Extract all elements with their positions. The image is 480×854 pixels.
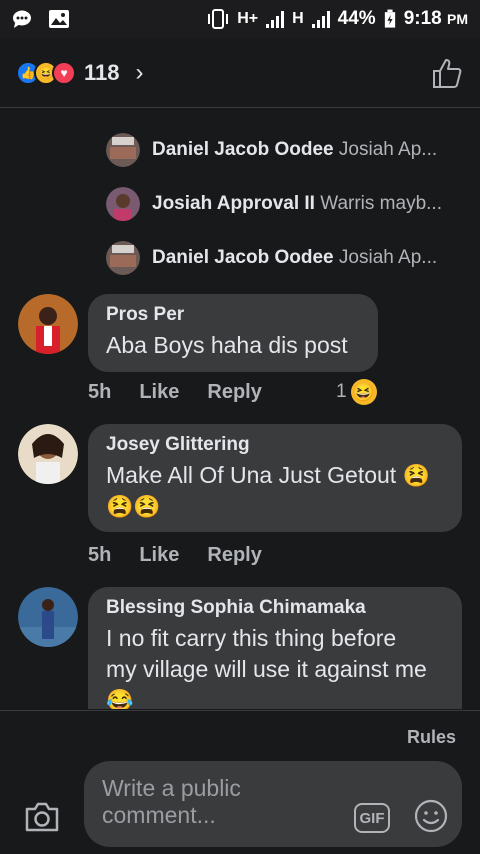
tired-face-emoji: 😫😫 (106, 494, 161, 519)
avatar (106, 133, 140, 167)
list-item[interactable]: Daniel Jacob Oodee Josiah Ap... (106, 241, 466, 275)
signal-icon (266, 10, 285, 28)
chevron-right-icon[interactable]: › (136, 59, 144, 87)
haha-reaction-icon: 😆 (350, 379, 377, 405)
image-icon (49, 10, 69, 28)
gif-icon[interactable]: GIF (354, 803, 390, 833)
clock: 9:18 PM (403, 8, 468, 29)
signal-icon (311, 10, 330, 28)
network-type-label: H+ (237, 10, 259, 27)
comment-author[interactable]: Blessing Sophia Chimamaka (106, 597, 444, 619)
comments-list[interactable]: Daniel Jacob Oodee Josiah Ap... Josiah A… (0, 109, 480, 709)
reply-button[interactable]: Reply (207, 544, 261, 567)
comment-timestamp: 5h (88, 381, 112, 403)
reaction-count: 1 (336, 381, 347, 402)
comment-actions: 5h Like Reply (88, 381, 290, 404)
comment-input-box[interactable]: GIF (84, 761, 462, 847)
list-item[interactable]: Daniel Jacob Oodee Josiah Ap... (106, 133, 466, 167)
vibrate-icon (208, 9, 229, 29)
avatar (106, 187, 140, 221)
rules-link[interactable]: Rules (407, 727, 456, 748)
status-bar: H+ H 44% 9:18 PM (0, 0, 480, 38)
avatar[interactable] (18, 294, 78, 354)
comment-timestamp: 5h (88, 544, 112, 566)
crying-laughing-emoji: 😂 (106, 688, 134, 709)
avatar (106, 241, 140, 275)
camera-icon[interactable] (24, 801, 60, 833)
comment-author[interactable]: Pros Per (106, 304, 360, 326)
battery-percent: 44% (337, 8, 376, 29)
like-button[interactable]: Like (139, 381, 179, 404)
comment-bubble[interactable]: Blessing Sophia Chimamaka I no fit carry… (88, 587, 462, 709)
battery-icon (384, 9, 395, 28)
tired-face-emoji: 😫 (402, 463, 430, 488)
comment-text: Aba Boys haha dis post (106, 332, 348, 358)
reply-preview: Josiah Ap... (338, 247, 438, 268)
comment-composer: Rules GIF (0, 710, 480, 854)
smiley-icon[interactable] (414, 799, 448, 833)
reaction-count[interactable]: 118 (84, 60, 120, 86)
reply-author: Daniel Jacob Oodee (152, 247, 334, 268)
love-reaction-icon: ♥ (52, 60, 76, 85)
comment-text: Make All Of Una Just Getout (106, 462, 397, 488)
comment-text: my village will use it against me (106, 656, 427, 682)
reply-button[interactable]: Reply (207, 381, 261, 404)
reply-preview: Josiah Ap... (338, 139, 438, 160)
comment-text: I no fit carry this thing before (106, 625, 397, 651)
like-button[interactable]: Like (139, 544, 179, 567)
comment-author[interactable]: Josey Glittering (106, 434, 444, 456)
comment-input[interactable] (102, 775, 322, 835)
network-type-label-2: H (292, 10, 304, 27)
reply-author: Josiah Approval II (152, 193, 315, 214)
avatar[interactable] (18, 587, 78, 647)
comment-actions: 5h Like Reply (88, 544, 290, 567)
reply-preview: Warris mayb... (320, 193, 442, 214)
reaction-badges[interactable]: 👍 😆 ♥ (16, 60, 76, 85)
comment-bubble[interactable]: Josey Glittering Make All Of Una Just Ge… (88, 424, 462, 532)
reply-author: Daniel Jacob Oodee (152, 139, 334, 160)
comment-reactions[interactable]: 1 😆 (336, 379, 377, 405)
chat-bubble-icon (13, 10, 31, 28)
comment-bubble[interactable]: Pros Per Aba Boys haha dis post (88, 294, 378, 372)
thumbs-up-icon[interactable] (430, 56, 464, 90)
list-item[interactable]: Josiah Approval II Warris mayb... (106, 187, 466, 221)
avatar[interactable] (18, 424, 78, 484)
reactions-header: 👍 😆 ♥ 118 › (0, 38, 480, 108)
